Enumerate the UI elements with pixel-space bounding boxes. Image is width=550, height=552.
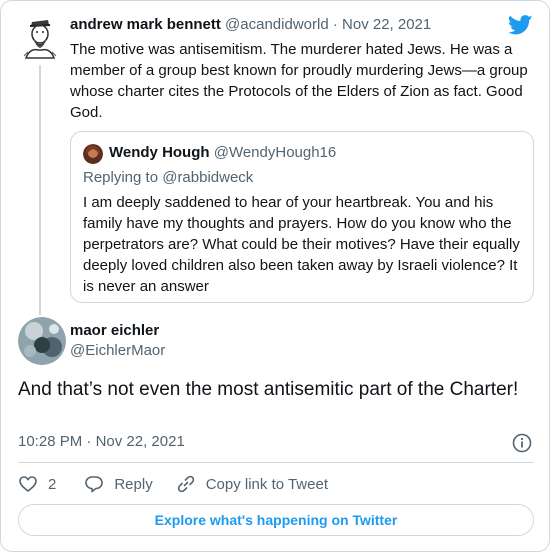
author-name: Wendy Hough	[109, 144, 210, 161]
copy-link-label: Copy link to Tweet	[205, 475, 328, 493]
tweet-text: And that’s not even the most antisemitic…	[18, 379, 519, 400]
author-name[interactable]: andrew mark bennett	[70, 16, 221, 33]
parent-tweet-text: The motive was antisemitism. The murdere…	[70, 41, 528, 121]
like-count: 2	[48, 475, 57, 493]
info-icon[interactable]	[512, 433, 532, 453]
link-icon	[177, 475, 194, 493]
tweet-time[interactable]: 10:28 PM	[18, 433, 82, 450]
copy-link-button[interactable]: Copy link to Tweet	[176, 474, 328, 494]
tweet-date[interactable]: Nov 22, 2021	[342, 16, 431, 33]
author-handle[interactable]: @acandidworld	[225, 16, 329, 33]
tweet-date[interactable]: Nov 22, 2021	[96, 433, 185, 450]
thread-connector-line	[39, 65, 41, 315]
reply-label: Reply	[114, 475, 153, 493]
embedded-tweet-card: andrew mark bennett @acandidworld · Nov …	[0, 0, 550, 552]
avatar	[83, 144, 103, 164]
replying-to-label: Replying to @rabbidweck	[83, 169, 254, 186]
author-name[interactable]: maor eichler	[70, 321, 159, 341]
tweet-actions: 2 Reply Copy link to Tweet	[18, 473, 328, 495]
parent-tweet-header: andrew mark bennett @acandidworld · Nov …	[70, 15, 431, 35]
tweet-timestamp[interactable]: 10:28 PM · Nov 22, 2021	[18, 432, 185, 452]
divider	[18, 462, 534, 463]
quoted-tweet[interactable]: Wendy Hough @WendyHough16 Replying to @r…	[70, 131, 534, 303]
quoted-tweet-header: Wendy Hough @WendyHough16	[109, 143, 336, 163]
speech-bubble-icon	[85, 476, 104, 493]
reply-button[interactable]: Reply	[84, 474, 153, 494]
heart-icon	[19, 476, 37, 492]
quoted-tweet-text: I am deeply saddened to hear of your hea…	[83, 194, 520, 295]
date-separator: ·	[332, 16, 338, 33]
avatar[interactable]	[18, 317, 66, 365]
like-button[interactable]: 2	[18, 474, 56, 494]
avatar[interactable]	[18, 12, 62, 60]
author-handle: @WendyHough16	[213, 144, 337, 161]
date-separator: ·	[86, 433, 92, 450]
explore-button[interactable]: Explore what's happening on Twitter	[18, 504, 534, 536]
twitter-bird-icon[interactable]	[509, 15, 533, 35]
author-handle[interactable]: @EichlerMaor	[70, 341, 165, 361]
